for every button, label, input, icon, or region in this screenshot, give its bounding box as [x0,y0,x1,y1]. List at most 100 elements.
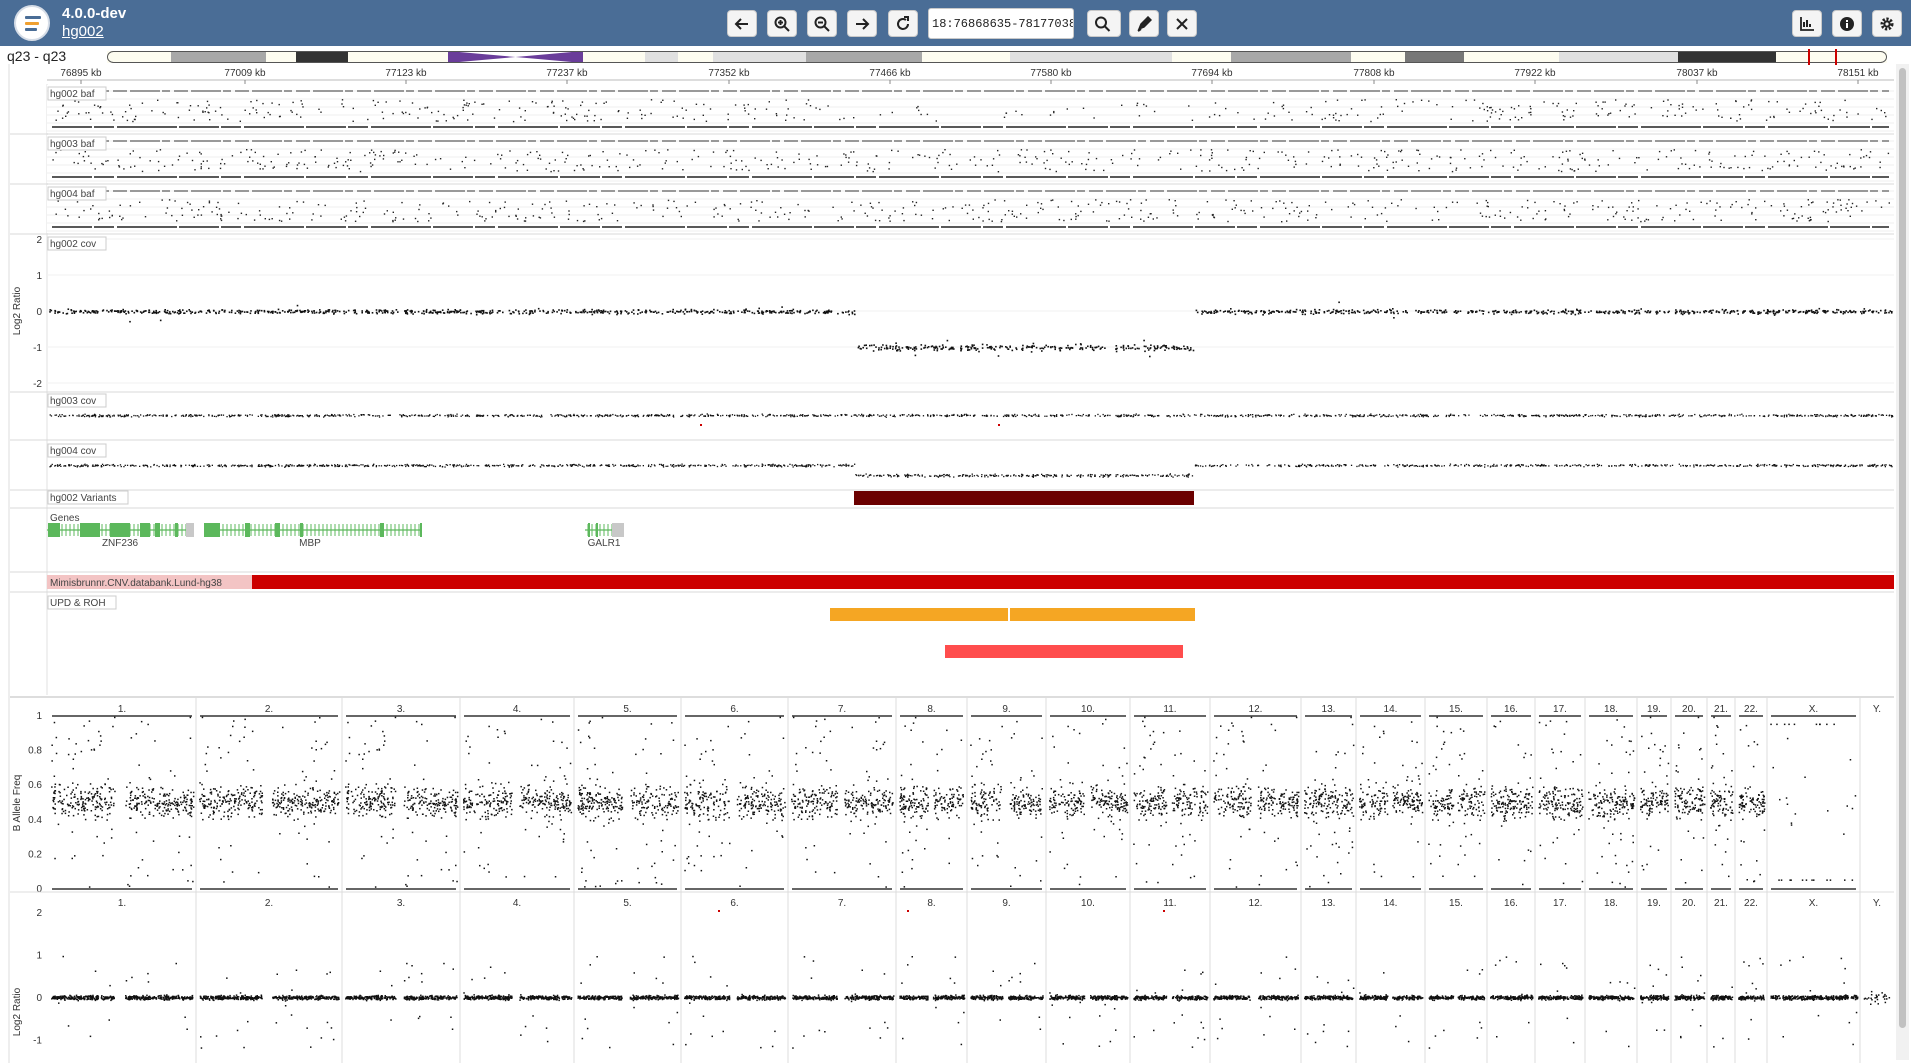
cov-point [1087,415,1089,417]
cov-point [347,309,350,312]
baf-point [290,109,292,112]
baf-point [1624,105,1626,107]
cov-point [428,312,431,314]
cov-point [1614,415,1616,417]
cov-point [1533,309,1536,312]
baf-point [262,168,264,170]
baf-point [605,101,607,103]
baf-point [448,205,450,207]
cov-point [1252,414,1254,416]
cov-point [958,415,961,417]
cov-point [336,310,339,312]
cov-point [463,311,466,314]
cov-point [1608,312,1610,315]
baf-point [949,153,951,156]
baf-point [737,218,739,221]
cov-point [792,308,795,311]
baf-point [1815,112,1817,114]
cov-point [1186,346,1189,348]
baf-point [888,168,890,170]
cov-point [111,309,113,311]
cov-point [570,414,572,417]
cov-point [512,414,514,417]
cov-point [758,312,761,314]
cov-point [1011,349,1014,352]
cov-point [969,414,971,417]
cov-point [898,346,900,348]
cov-point [1437,414,1439,417]
cov-point [976,348,979,350]
baf-point [508,100,510,102]
cov-point [1097,413,1099,416]
cov-point [446,414,449,416]
baf-point [1020,149,1023,151]
cov-point [1511,414,1513,417]
baf-point [809,163,812,165]
baf-point [991,220,993,222]
cov-point [396,464,398,467]
baf-point [462,106,464,109]
tracks-canvas[interactable]: 76895 kb 77009 kb 77123 kb 77237 kb 77352 kb… [0,0,1911,1063]
baf-point [193,216,195,218]
cov-point [762,311,765,314]
cov-point [434,309,436,312]
baf-point [1087,203,1090,205]
baf-point [1609,112,1612,114]
cov-point [1210,311,1212,314]
baf-point [171,214,173,217]
cov-point [1413,465,1415,467]
baf-point [364,207,367,209]
cov-point [532,312,534,314]
baf-point [541,208,544,210]
cov-point [1399,414,1401,416]
baf-point [221,215,223,217]
cov-point [1250,311,1253,314]
cov-point [542,309,544,312]
cov-point [531,310,534,313]
cov-point [929,415,932,418]
baf-point [1751,213,1753,215]
cov-point [681,463,683,465]
cov-point [1025,346,1028,349]
cov-point [610,414,612,416]
cov-point [1342,312,1345,315]
baf-point [1214,102,1217,104]
baf-point [1485,215,1487,218]
baf-point [1521,117,1523,119]
cov-point [1044,415,1046,417]
cov-point [417,310,420,313]
baf-point [1719,206,1721,208]
cov-point [827,415,830,417]
cov-point [1885,414,1888,416]
cov-point [1264,414,1266,416]
baf-point [1420,99,1423,101]
baf-point [615,165,617,168]
baf-point [392,211,394,213]
cov-point [1786,414,1788,416]
cov-point [789,312,792,314]
cov-point [1851,414,1853,417]
cov-point [984,415,986,417]
baf-point [1783,160,1785,163]
baf-point [1025,217,1028,219]
baf-point [430,217,432,219]
cov-point [603,415,606,417]
cov-point [986,344,988,346]
baf-point [315,161,317,163]
baf-point [93,104,96,106]
cov-point [1120,346,1122,349]
baf-point [424,107,426,109]
baf-point [1581,157,1583,160]
baf-point [303,163,306,166]
baf-point [333,162,336,164]
baf-point [1638,199,1640,202]
baf-point [732,149,735,152]
cov-point [1052,414,1054,417]
cov-point [666,311,669,313]
cov-point [477,310,479,313]
cov-point [707,414,709,416]
cov-point [845,311,847,313]
baf-point [560,115,562,117]
cov-point [877,414,879,416]
cov-point [1050,474,1052,477]
